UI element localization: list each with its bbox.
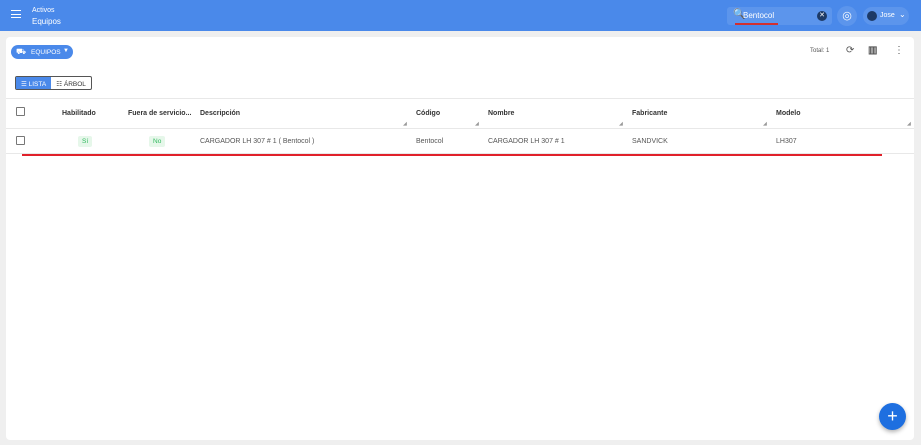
resize-handle[interactable]: ◢ (403, 121, 407, 127)
divider (6, 98, 914, 99)
avatar (867, 11, 877, 21)
row-checkbox[interactable] (16, 136, 25, 145)
col-modelo[interactable]: Modelo (776, 110, 801, 117)
cell-codigo: Bentocol (416, 138, 444, 145)
status-badge: No (149, 136, 166, 147)
user-menu[interactable]: Jose ⌄ (863, 7, 909, 25)
cell-modelo: LH307 (776, 138, 797, 145)
tree-icon: ☷ (56, 81, 64, 88)
page-title: Equipos (32, 17, 61, 26)
more-vert-icon[interactable]: ⋮ (894, 45, 904, 56)
col-fuera-servicio[interactable]: Fuera de servicio... (128, 110, 191, 117)
caret-down-icon: ▼ (63, 48, 69, 54)
resize-handle[interactable]: ◢ (763, 121, 767, 127)
refresh-icon[interactable]: ⟳ (846, 45, 854, 56)
app-header: Activos Equipos 🔍 Bentocol ✕ ◎ Jose ⌄ (0, 0, 921, 31)
view-tree-button[interactable]: ☷ ÁRBOL (51, 77, 91, 89)
divider (6, 128, 914, 129)
user-name: Jose (880, 12, 895, 19)
list-icon: ☰ (21, 81, 29, 88)
cell-descripcion: CARGADOR LH 307 # 1 ( Bentocol ) (200, 138, 315, 145)
radar-icon[interactable]: ◎ (837, 6, 857, 26)
clear-search-icon[interactable]: ✕ (817, 11, 827, 21)
resize-handle[interactable]: ◢ (619, 121, 623, 127)
col-habilitado[interactable]: Habilitado (62, 110, 96, 117)
chevron-down-icon: ⌄ (899, 10, 906, 19)
col-fabricante[interactable]: Fabricante (632, 110, 667, 117)
search-value[interactable]: Bentocol (743, 11, 774, 20)
resize-handle[interactable]: ◢ (907, 121, 911, 127)
col-nombre[interactable]: Nombre (488, 110, 514, 117)
col-codigo[interactable]: Código (416, 110, 440, 117)
truck-icon: ⛟ (16, 47, 27, 56)
status-badge: Sí (78, 136, 93, 147)
resize-handle[interactable]: ◢ (475, 121, 479, 127)
breadcrumb-parent[interactable]: Activos (32, 7, 55, 14)
total-count: Total: 1 (810, 48, 830, 54)
menu-icon[interactable] (11, 10, 21, 18)
view-toggle: ☰ LISTA ☷ ÁRBOL (15, 76, 92, 90)
cell-nombre: CARGADOR LH 307 # 1 (488, 138, 565, 145)
annotation-underline (22, 154, 882, 156)
entity-selector-button[interactable]: ⛟ EQUIPOS ▼ (11, 45, 73, 59)
col-descripcion[interactable]: Descripción (200, 110, 240, 117)
select-all-checkbox[interactable] (16, 107, 25, 116)
columns-icon[interactable]: ▥ (868, 45, 877, 56)
view-list-button[interactable]: ☰ LISTA (16, 77, 52, 89)
add-button[interactable]: + (879, 403, 906, 430)
cell-fabricante: SANDVICK (632, 138, 668, 145)
search-underline (735, 23, 778, 25)
view-tree-label: ÁRBOL (63, 81, 86, 88)
view-list-label: LISTA (28, 81, 47, 88)
entity-selector-label: EQUIPOS (31, 49, 61, 56)
